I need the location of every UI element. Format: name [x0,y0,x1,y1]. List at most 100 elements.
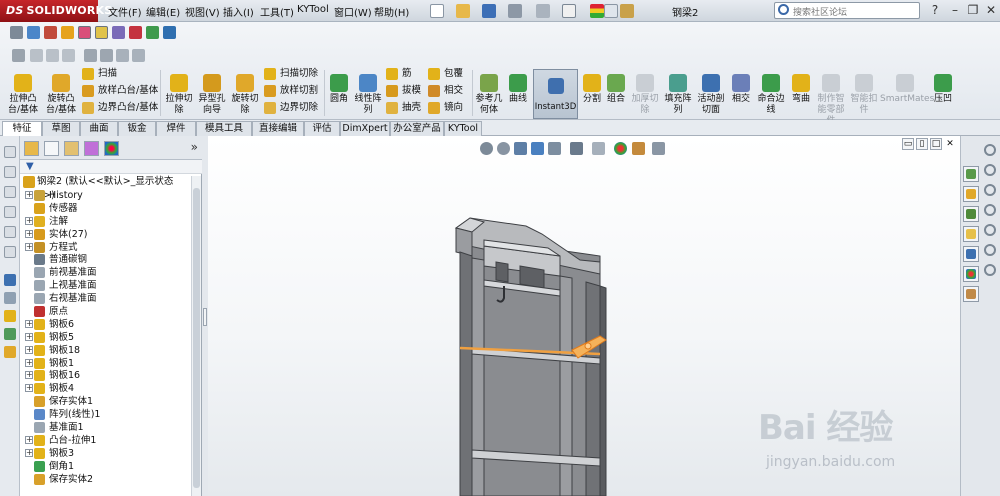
tab-mold-tools[interactable]: 模具工具 [196,121,252,136]
search-tab[interactable] [963,226,979,242]
boundary-boss-button[interactable]: 边界凸台/基体 [82,101,158,115]
revolve-cut-button[interactable]: 旋转切 除 [228,74,262,116]
menu-view[interactable]: 视图(V) [185,4,220,19]
rib-button[interactable]: 筋 [386,67,412,81]
rebuild-traffic-light-icon[interactable] [590,4,604,18]
options-gear-icon[interactable] [620,4,634,18]
rotate-icon[interactable] [46,49,59,62]
display-style-icon[interactable] [10,26,23,39]
tree-item[interactable]: + History [20,189,192,202]
tab-sheet-metal[interactable]: 钣金 [118,121,156,136]
split-button[interactable]: 分割 [580,74,604,105]
tree-item[interactable]: + 钢板5 [20,331,192,344]
zoom-icon[interactable] [12,49,25,62]
tree-item[interactable]: + 实体(27) [20,228,192,241]
tree-item[interactable]: 上视基准面 [20,279,192,292]
pan-icon[interactable] [30,49,43,62]
tree-item[interactable]: 基准面1 [20,421,192,434]
thicken-cut-button[interactable]: 加厚切 除 [628,74,662,116]
trimetric-icon[interactable] [116,49,129,62]
menu-edit[interactable]: 编辑(E) [146,4,180,19]
intersect-small-button[interactable]: 相交 [428,84,463,98]
tree-item[interactable]: 阵列(线性)1 [20,408,192,421]
file-explorer-tab[interactable] [963,206,979,222]
tree-item[interactable]: + 凸台-拉伸1 [20,434,192,447]
tab-kytool[interactable]: KYTool [444,121,482,136]
roll-icon[interactable] [62,49,75,62]
tab-surfaces[interactable]: 曲面 [80,121,118,136]
sketch-line-icon[interactable] [984,144,996,156]
intersect-button[interactable]: 相交 [728,74,754,105]
smart-fasteners-button[interactable]: 智能扣 件 [848,74,880,116]
solidworks-resources-tab[interactable] [963,166,979,182]
sketch-tool-icon[interactable] [4,166,16,178]
new-document-icon[interactable] [430,4,444,18]
tree-scrollbar[interactable] [191,176,201,496]
sketch-arc-icon[interactable] [984,164,996,176]
tree-item[interactable]: 倒角1 [20,460,192,473]
undo-icon[interactable] [536,4,550,18]
design-library-tab[interactable] [963,186,979,202]
dimetric-icon[interactable] [132,49,145,62]
tree-expand-icon[interactable]: + [25,229,33,238]
tree-item[interactable]: 普通碳钢 [20,253,192,266]
tab-features[interactable]: 特征 [2,121,42,136]
property-manager-tab-icon[interactable] [44,141,59,156]
tree-item[interactable]: + 注解 [20,215,192,228]
loft-boss-button[interactable]: 放样凸台/基体 [82,84,158,98]
lights-icon[interactable] [112,26,125,39]
sketch-mirror-icon[interactable] [984,244,996,256]
tree-expand-icon[interactable]: + [25,448,33,457]
tree-item[interactable]: 前视基准面 [20,266,192,279]
menu-insert[interactable]: 插入(I) [223,4,254,19]
indent-button[interactable]: 压凹 [930,74,956,105]
menu-kytool[interactable]: KYTool [297,4,329,15]
select-pointer-icon[interactable] [562,4,576,18]
tab-dimxpert[interactable]: DimXpert [340,121,390,136]
tree-item[interactable]: 传感器 [20,202,192,215]
revolve-boss-button[interactable]: 旋转凸 台/基体 [42,74,80,116]
menu-tools[interactable]: 工具(T) [260,4,294,19]
custom-properties-tab[interactable] [963,286,979,302]
realview-icon[interactable] [129,26,142,39]
tree-expand-icon[interactable]: + [25,435,33,444]
boundary-cut-button[interactable]: 边界切除 [264,101,318,115]
tree-filter-bar[interactable]: ▼ [20,160,202,174]
smart-dimension-icon[interactable] [4,186,16,198]
tree-expand-icon[interactable]: + [25,242,33,251]
tree-item[interactable]: 保存实体1 [20,395,192,408]
assembly-icon[interactable] [4,328,16,340]
tree-expand-icon[interactable]: + [25,191,33,199]
tree-expand-icon[interactable]: + [25,371,33,380]
tree-item[interactable]: + 钢板1 [20,357,192,370]
hole-wizard-button[interactable]: 异型孔 向导 [196,74,228,116]
mirror-button[interactable]: 镜向 [428,101,463,115]
flex-button[interactable]: 弯曲 [788,74,814,105]
section-view-icon[interactable] [44,26,57,39]
tree-expand-icon[interactable]: + [25,384,33,393]
appearance-icon[interactable] [61,26,74,39]
appearances-tab[interactable] [963,266,979,282]
tree-expand-icon[interactable]: + [25,358,33,367]
help-question-icon[interactable]: ? [928,3,942,17]
sketch-spline-icon[interactable] [984,184,996,196]
feature-manager-tab-icon[interactable] [24,141,39,156]
tab-direct-editing[interactable]: 直接编辑 [252,121,304,136]
tree-scrollbar-thumb[interactable] [193,188,200,488]
wrap-button[interactable]: 包覆 [428,67,463,81]
tab-sketch[interactable]: 草图 [42,121,80,136]
menu-help[interactable]: 帮助(H) [374,4,409,19]
tree-item[interactable]: 保存实体2 [20,473,192,486]
draft-button[interactable]: 拔模 [386,84,421,98]
menu-file[interactable]: 文件(F) [108,4,142,19]
menu-window[interactable]: 窗口(W) [334,4,372,19]
tree-item[interactable]: + 钢板3 [20,447,192,460]
sketch-offset-icon[interactable] [984,224,996,236]
tree-root-part[interactable]: 钢梁2 (默认<<默认>_显示状态 1>) [20,175,192,201]
shell-button[interactable]: 抽壳 [386,101,421,115]
instant3d-button[interactable]: Instant3D [533,69,578,119]
circle-tool-icon[interactable] [4,246,16,258]
linear-pattern-button[interactable]: 线性阵 列 [352,74,384,116]
save-icon[interactable] [482,4,496,18]
fillet-button[interactable]: 圆角 [326,74,352,105]
